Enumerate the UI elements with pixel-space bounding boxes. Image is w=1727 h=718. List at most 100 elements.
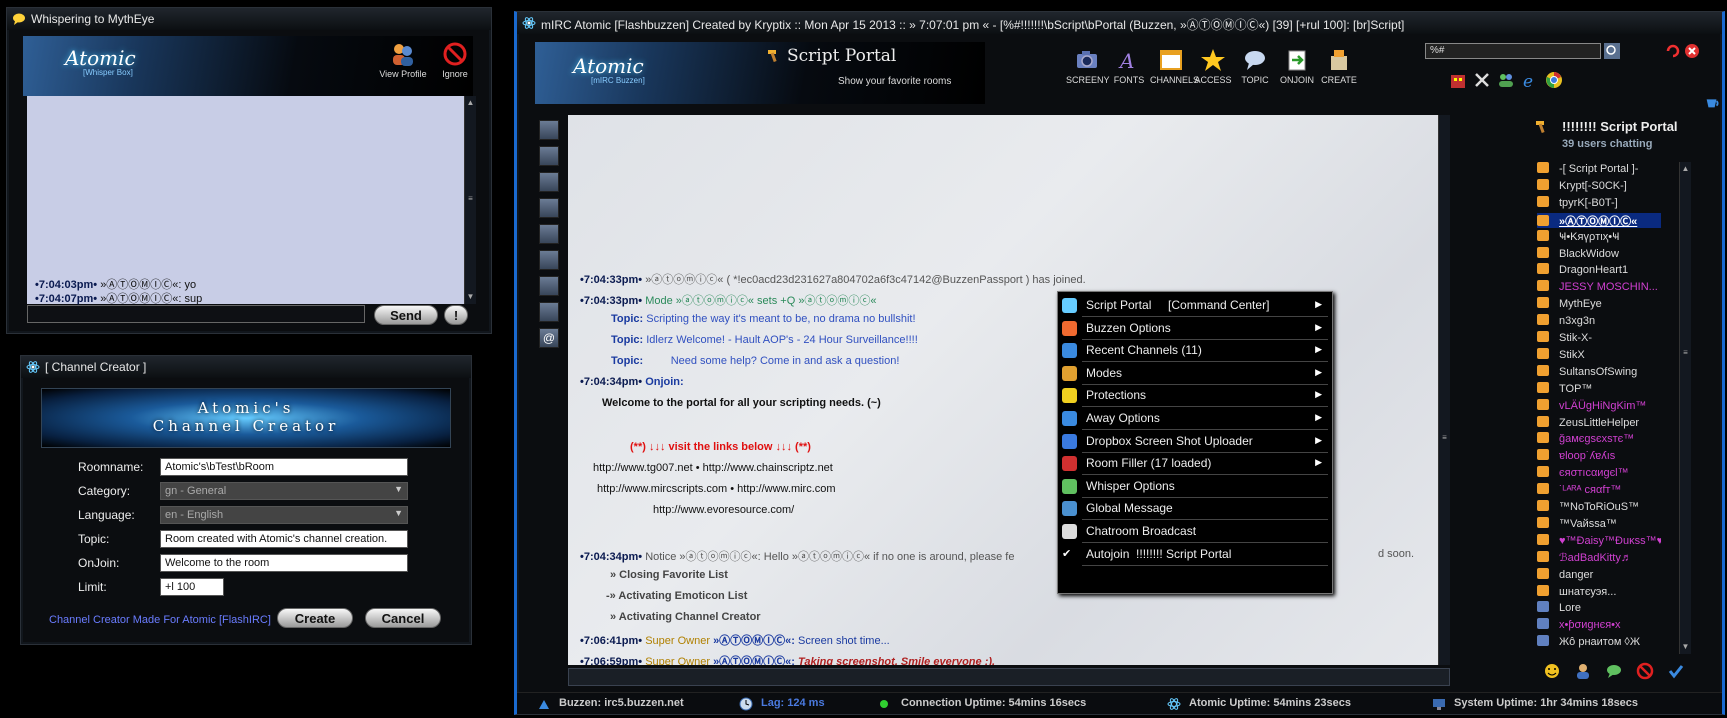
menu-item[interactable]: Whisper Options [1058, 475, 1330, 498]
side-button-2[interactable] [539, 146, 559, 166]
building-icon[interactable] [1449, 71, 1467, 89]
side-button-3[interactable] [539, 172, 559, 192]
scroll-up-icon[interactable]: ▲ [1680, 164, 1691, 176]
nicklist-item[interactable]: Krypt[-S0CK-] [1537, 178, 1661, 195]
side-button-8[interactable] [539, 302, 559, 322]
whisper-input[interactable] [27, 305, 365, 323]
ie-icon[interactable]: e [1521, 71, 1539, 89]
nicklist-item[interactable]: tpyrK[-B0T-] [1537, 195, 1661, 212]
roomname-field[interactable]: Atomic's\bTest\bRoom [160, 458, 408, 476]
whisper-titlebar[interactable]: Whispering to MythEye [7, 8, 491, 30]
cancel-button[interactable]: Cancel [365, 608, 441, 628]
nicklist-item[interactable]: StikX [1537, 347, 1661, 364]
scroll-up-icon[interactable]: ▲ [465, 98, 476, 110]
nicklist-item[interactable]: ♥™Ðaisy™Ðuĸss™♥ [1537, 533, 1661, 550]
menu-item[interactable]: Modes ▶ [1058, 362, 1330, 385]
nicklist-item[interactable]: Lore [1537, 601, 1661, 617]
send-button[interactable]: Send [374, 305, 438, 325]
nicklist-item[interactable]: »ⒶⓉⓄⓂⒾⒸ« [1537, 212, 1661, 229]
nicklist-item[interactable]: шнатєуэя... [1537, 584, 1661, 601]
warning-button[interactable]: ! [444, 305, 468, 325]
nicklist-item[interactable]: ɐloop˙ʎɐʎıs [1537, 449, 1661, 465]
side-button-5[interactable] [539, 224, 559, 244]
chat-bubble-icon[interactable] [1605, 662, 1623, 680]
menu-item[interactable]: Away Options ▶ [1058, 407, 1330, 430]
channels-button[interactable]: CHANNELS [1150, 48, 1199, 85]
wrench-icon[interactable] [1473, 71, 1491, 89]
side-button-4[interactable] [539, 198, 559, 218]
side-button-1[interactable] [539, 120, 559, 140]
nicklist-item[interactable]: ˙ᴸᴬᴿᴬ cяαfт™ [1537, 483, 1661, 499]
fonts-button[interactable]: A FONTS [1108, 48, 1150, 85]
main-titlebar[interactable]: mIRC Atomic [Flashbuzzen] Created by Kry… [517, 12, 1722, 34]
nicklist-item[interactable]: Stik-X- [1537, 331, 1661, 347]
whisper-scrollbar[interactable]: ▲ ≡ ▼ [464, 96, 476, 304]
group-icon[interactable] [1497, 71, 1515, 89]
nicklist-scrollbar[interactable]: ▲ ≡ ▼ [1679, 162, 1691, 654]
category-select[interactable]: gn - General ▼ [160, 482, 408, 500]
nicklist-item[interactable]: JESSY MOSCHIN... [1537, 280, 1661, 296]
menu-item[interactable]: Room Filler (17 loaded) ▶ [1058, 452, 1330, 476]
menu-item[interactable]: Buzzen Options ▶ [1058, 317, 1330, 340]
coffee-icon[interactable] [1703, 94, 1721, 110]
topic-button[interactable]: TOPIC [1234, 48, 1276, 85]
screeny-button[interactable]: SCREENY [1066, 48, 1110, 85]
onjoin-button[interactable]: ONJOIN [1276, 48, 1318, 85]
ignore-button[interactable]: Ignore [435, 42, 475, 79]
nicklist-item[interactable]: -[ Script Portal ]- [1537, 162, 1661, 178]
onjoin-field[interactable]: Welcome to the room [160, 554, 408, 572]
language-select[interactable]: en - English ▼ [160, 506, 408, 524]
nicklist-item[interactable]: vLÄÜgHiNgKim™ [1537, 398, 1661, 415]
menu-item[interactable]: Chatroom Broadcast [1058, 520, 1330, 543]
scroll-down-icon[interactable]: ▼ [1680, 642, 1691, 654]
close-icon[interactable] [1684, 43, 1700, 59]
email-icon[interactable]: @ [539, 328, 559, 348]
chrome-icon[interactable] [1545, 71, 1563, 89]
search-icon[interactable] [1604, 43, 1620, 59]
creator-titlebar[interactable]: [ Channel Creator ] [21, 356, 471, 378]
nicklist-item[interactable]: SultansOfSwing [1537, 364, 1661, 381]
nicklist-item[interactable]: BlackWidow [1537, 246, 1661, 263]
nicklist-item[interactable]: x•ƥσиgнєя•x [1537, 618, 1661, 634]
chat-scrollbar[interactable]: ≡ [1438, 115, 1450, 665]
nicklist-item[interactable]: ™NoToRiOuS™ [1537, 500, 1661, 516]
nicklist-item[interactable]: ğaмєgѕєxѕтє™ [1537, 432, 1661, 448]
checkmark-icon[interactable] [1667, 662, 1685, 680]
link-line-3[interactable]: http://www.evoresource.com/ [653, 504, 794, 516]
nicklist-item[interactable]: ZeusLittleHelper [1537, 415, 1661, 432]
nicklist-item[interactable]: Ҹ•Kяүρтιҳ•Ҹ [1537, 229, 1661, 246]
user-profile-icon[interactable] [1574, 662, 1592, 680]
nicklist-item[interactable]: n3xg3n [1537, 314, 1661, 330]
create-channel-button[interactable]: CREATE [1318, 48, 1360, 85]
whisper-message-area[interactable]: •7:04:03pm• »ⒶⓉⓄⓂⒾⒸ«: yo •7:04:07pm• »ⒶⓉ… [27, 96, 464, 305]
menu-item[interactable]: ✔ Autojoin !!!!!!!! Script Portal [1058, 543, 1330, 566]
menu-item[interactable]: Dropbox Screen Shot Uploader ▶ [1058, 430, 1330, 453]
scroll-grip-icon[interactable]: ≡ [1680, 348, 1691, 360]
limit-field[interactable]: +l 100 [160, 578, 224, 596]
block-icon[interactable] [1636, 662, 1654, 680]
nicklist-item[interactable]: ℬadBadKitty♬ [1537, 550, 1661, 567]
scroll-grip-icon[interactable]: ≡ [465, 194, 476, 206]
side-button-6[interactable] [539, 250, 559, 270]
view-profile-button[interactable]: View Profile [375, 42, 431, 79]
menu-item[interactable]: Protections ▶ [1058, 384, 1330, 408]
link-line-2[interactable]: http://www.mircscripts.com • http://www.… [597, 483, 836, 495]
nicklist-item[interactable]: ™Vaйssa™ [1537, 516, 1661, 533]
nicklist-item[interactable]: єяσтıcαиgєl™ [1537, 466, 1661, 482]
menu-item[interactable]: Script Portal [Command Center] ▶ [1058, 294, 1330, 317]
access-button[interactable]: ACCESS [1192, 48, 1234, 85]
scroll-grip-icon[interactable]: ≡ [1439, 433, 1450, 445]
refresh-icon[interactable] [1665, 43, 1681, 59]
nicklist-item[interactable]: TOP™ [1537, 381, 1661, 398]
menu-item[interactable]: Recent Channels (11) ▶ [1058, 339, 1330, 363]
nicklist-item[interactable]: DragonHeart1 [1537, 263, 1661, 279]
nicklist-item[interactable]: MythEye [1537, 297, 1661, 313]
topic-field[interactable]: Room created with Atomic's channel creat… [160, 530, 408, 548]
nicklist-item[interactable]: Жô рнаитом ◊Ж [1537, 635, 1661, 651]
create-button[interactable]: Create [277, 608, 353, 628]
nicklist-item[interactable]: danger [1537, 567, 1661, 584]
scroll-down-icon[interactable]: ▼ [465, 292, 476, 304]
chat-input[interactable] [568, 668, 1450, 686]
side-button-7[interactable] [539, 276, 559, 296]
search-input[interactable]: %# [1425, 43, 1601, 59]
